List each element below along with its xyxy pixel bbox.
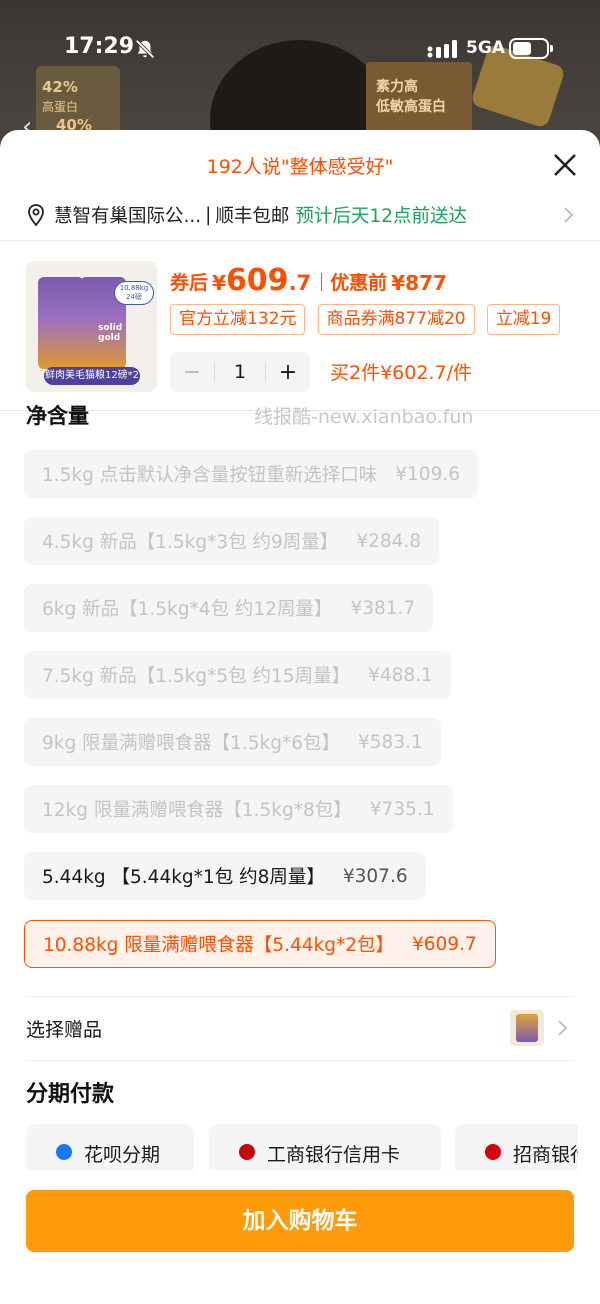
sku-option-label: 9kg 限量满赠喂食器【1.5kg*6包】 [42,733,341,754]
background-promo-text: 高蛋白 [42,100,79,114]
product-thumbnail[interactable]: solid gold 10.88kg 24磅 鲜肉美毛猫粮12磅*2 [26,261,157,392]
select-gift-label: 选择赠品 [26,1018,103,1041]
status-time: 17:29 [64,34,135,59]
status-bar: 17:29 5GA [0,0,600,96]
promo-tags: 官方立减132元 商品券满877减20 立减19 [170,304,600,336]
battery-icon [509,38,553,59]
sku-option-label: 6kg 新品【1.5kg*4包 约12周量】 [42,599,333,620]
sku-option-price: ¥307.6 [342,865,408,887]
installment-card-label: 花呗分期 [84,1144,161,1166]
watermark: 线报酷-new.xianbao.fun [254,406,474,428]
installment-card-label: 招商银行 [513,1144,578,1166]
add-to-cart-button[interactable]: 加入购物车 [26,1190,574,1252]
chevron-right-icon [564,207,574,223]
quantity-value[interactable]: 1 [214,362,266,382]
sku-option-label: 4.5kg 新品【1.5kg*3包 约9周量】 [42,532,339,553]
sku-option-8-selected[interactable]: 10.88kg 限量满赠喂食器【5.44kg*2包】 ¥609.7 [24,920,496,968]
sku-option-price: ¥735.1 [369,798,435,820]
delivery-address-row[interactable]: 慧智有巢国际公... | 顺丰包邮 预计后天12点前送达 [26,198,574,232]
price-row: 券后 ¥ 609 .7 优惠前 ¥877 [170,258,447,298]
cmb-icon [485,1144,501,1160]
cellular-signal-icon [427,40,457,58]
product-bag-image [38,277,84,369]
sku-option-price: ¥381.7 [350,597,416,619]
installment-card-icbc[interactable]: 工商银行信用卡 [209,1124,441,1170]
original-price: ¥877 [391,271,447,295]
sku-option-label: 1.5kg 点击默认净含量按钮重新选择口味 [42,465,378,486]
installment-card-label: 工商银行信用卡 [267,1144,401,1166]
product-weight-badge: 10.88kg 24磅 [114,281,154,305]
product-image-caption: 鲜肉美毛猫粮12磅*2 [44,367,140,385]
huabei-icon [56,1144,72,1160]
battery-level [513,42,531,55]
background-panel-line2: 低敏高蛋白 [376,99,446,115]
sku-option-1[interactable]: 1.5kg 点击默认净含量按钮重新选择口味 ¥109.6 [24,450,478,498]
currency-symbol: ¥ [391,271,406,295]
bell-muted-icon [135,39,155,59]
shipping-method: 顺丰包邮 [215,206,290,227]
gift-thumbnail [510,1010,544,1046]
sku-option-7[interactable]: 5.44kg 【5.44kg*1包 约8周量】 ¥307.6 [24,852,426,900]
sku-option-price: ¥488.1 [368,664,433,686]
installments-title: 分期付款 [26,1082,115,1107]
sku-option-4[interactable]: 7.5kg 新品【1.5kg*5包 约15周量】 ¥488.1 [24,651,451,699]
coupon-price-integer: 609 [225,263,289,298]
sku-option-price: ¥109.6 [395,463,460,485]
battery-nub [550,45,553,52]
promo-tag: 商品券满877减20 [317,304,475,335]
delivery-eta: 预计后天12点前送达 [295,206,467,227]
close-icon[interactable] [550,150,580,180]
sku-option-6[interactable]: 12kg 限量满赠喂食器【1.5kg*8包】 ¥735.1 [24,785,453,833]
divider [26,1060,574,1061]
sku-option-label: 5.44kg 【5.44kg*1包 约8周量】 [42,867,325,888]
product-brand-logo: solid gold [98,323,123,343]
sku-option-3[interactable]: 6kg 新品【1.5kg*4包 约12周量】 ¥381.7 [24,584,434,632]
address-separator: | [205,204,212,226]
delivery-address: 慧智有巢国际公... [54,206,202,227]
sku-option-5[interactable]: 9kg 限量满赠喂食器【1.5kg*6包】 ¥583.1 [24,718,441,766]
location-pin-icon [28,204,44,227]
quantity-stepper: − 1 + [170,352,310,392]
select-gift-row[interactable]: 选择赠品 [26,1004,574,1052]
icbc-icon [239,1144,255,1160]
coupon-price-label: 券后 [170,272,209,294]
original-price-label: 优惠前 [330,272,388,294]
promo-tag: 立减19 [486,304,561,335]
sku-option-label: 12kg 限量满赠喂食器【1.5kg*8包】 [42,800,352,821]
quantity-increase-button[interactable]: + [266,360,310,385]
sku-bottom-sheet: 192人说"整体感受好" 慧智有巢国际公... | 顺丰包邮 预计后天12点前送… [0,130,600,1304]
sku-option-2[interactable]: 4.5kg 新品【1.5kg*3包 约9周量】 ¥284.8 [24,517,440,565]
chevron-right-icon [558,1020,568,1036]
gift-image [516,1014,538,1042]
sku-option-price: ¥583.1 [358,731,423,753]
sku-option-label: 10.88kg 限量满赠喂食器【5.44kg*2包】 [43,935,394,956]
original-price-value: 877 [405,271,447,295]
installment-card-cmb[interactable]: 招商银行 [455,1124,578,1170]
currency-symbol: ¥ [212,271,226,295]
quantity-decrease-button[interactable]: − [170,360,214,385]
coupon-price-decimal: .7 [288,271,312,295]
installment-card-huabei[interactable]: 花呗分期 [26,1124,194,1170]
bulk-offer: 买2件¥602.7/件 [330,362,472,384]
divider [0,240,600,241]
sku-option-price: ¥284.8 [356,530,422,552]
sku-option-price: ¥609.7 [411,933,477,955]
installment-options: 花呗分期 工商银行信用卡 招商银行 [26,1124,578,1170]
divider [26,996,574,997]
network-type: 5GA [466,38,505,58]
promo-tag: 官方立减132元 [170,304,306,335]
section-title-net-weight: 净含量 [26,404,89,426]
price-divider [321,273,323,291]
sku-option-label: 7.5kg 新品【1.5kg*5包 约15周量】 [42,666,351,687]
review-summary-title: 192人说"整体感受好" [206,156,394,178]
